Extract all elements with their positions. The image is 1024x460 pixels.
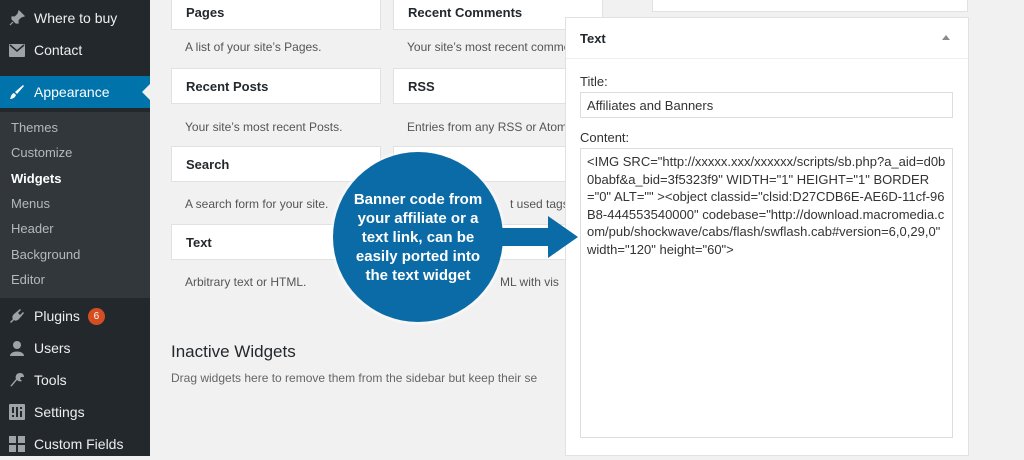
menu-users[interactable]: Users — [0, 332, 150, 364]
inactive-widgets-heading: Inactive Widgets — [171, 342, 296, 361]
widget-description: Your site’s most recent comme — [407, 40, 565, 54]
menu-label: Custom Fields — [34, 436, 124, 452]
settings-icon — [8, 403, 26, 421]
text-widget-panel: Text Title: Content: <IMG SRC="http://xx… — [565, 17, 969, 456]
widget-description: Arbitrary text or HTML. — [185, 275, 307, 289]
menu-contact[interactable]: Contact — [0, 34, 150, 66]
submenu-background[interactable]: Background — [11, 247, 80, 262]
submenu-menus[interactable]: Menus — [11, 196, 50, 211]
menu-plugins[interactable]: Plugins 6 — [0, 300, 150, 332]
widget-title: Search — [186, 156, 230, 172]
widget-title: RSS — [408, 78, 435, 94]
title-label: Title: — [580, 74, 608, 89]
content-label: Content: — [580, 130, 630, 145]
inactive-widgets-description: Drag widgets here to remove them from th… — [171, 371, 538, 385]
menu-label: Where to buy — [34, 10, 118, 26]
callout-text: Banner code from your affiliate or a tex… — [353, 190, 483, 284]
plugin-icon — [8, 307, 26, 325]
paintbrush-icon — [8, 83, 26, 101]
widget-title: Recent Posts — [186, 78, 269, 94]
widget-recent-posts[interactable]: Recent Posts — [171, 68, 381, 104]
widget-description: A search form for your site. — [185, 197, 329, 211]
update-count-badge: 6 — [87, 307, 105, 325]
text-widget-header[interactable]: Text — [566, 18, 968, 59]
submenu-editor[interactable]: Editor — [11, 272, 45, 287]
menu-custom-fields[interactable]: Custom Fields — [0, 428, 150, 460]
menu-label: Appearance — [34, 84, 110, 100]
collapse-arrow-icon[interactable] — [942, 35, 950, 40]
widget-pages[interactable]: Pages — [171, 0, 381, 30]
widget-description: Your site’s most recent Posts. — [185, 120, 343, 134]
pin-icon — [8, 9, 26, 27]
grid-icon — [8, 435, 26, 453]
submenu-header[interactable]: Header — [11, 221, 54, 236]
menu-label: Contact — [34, 42, 83, 58]
menu-label: Settings — [34, 404, 85, 420]
mail-icon — [8, 41, 26, 59]
widget-search[interactable]: Search — [171, 146, 381, 182]
menu-settings[interactable]: Settings — [0, 396, 150, 428]
content-textarea[interactable]: <IMG SRC="http://xxxxx.xxx/xxxxxx/script… — [580, 148, 953, 438]
submenu-widgets[interactable]: Widgets — [11, 171, 61, 186]
callout-arrow-icon — [490, 216, 578, 258]
callout-circle: Banner code from your affiliate or a tex… — [333, 152, 503, 322]
title-input[interactable] — [580, 92, 953, 118]
appearance-submenu: Themes Customize Widgets Menus Header Ba… — [0, 112, 150, 298]
widget-title: Text — [186, 234, 212, 250]
widget-title: Pages — [186, 4, 225, 20]
submenu-themes[interactable]: Themes — [11, 120, 58, 135]
widget-description: ML with vis — [500, 275, 559, 289]
menu-appearance[interactable]: Appearance — [0, 76, 150, 108]
menu-label: Plugins — [34, 308, 80, 324]
text-widget-title: Text — [580, 30, 606, 46]
menu-where-to-buy[interactable]: Where to buy — [0, 2, 150, 34]
sidebar-area-box — [652, 0, 968, 12]
menu-label: Tools — [34, 372, 67, 388]
widget-title: Recent Comments — [408, 4, 523, 20]
wrench-icon — [8, 371, 26, 389]
widget-description: A list of your site’s Pages. — [185, 40, 322, 54]
users-icon — [8, 339, 26, 357]
widget-description: Entries from any RSS or Atom — [407, 120, 565, 134]
menu-tools[interactable]: Tools — [0, 364, 150, 396]
admin-sidebar: Where to buy Contact Appearance Themes C… — [0, 0, 150, 456]
menu-label: Users — [34, 340, 71, 356]
widget-description: t used tags — [510, 197, 566, 211]
submenu-customize[interactable]: Customize — [11, 145, 72, 160]
